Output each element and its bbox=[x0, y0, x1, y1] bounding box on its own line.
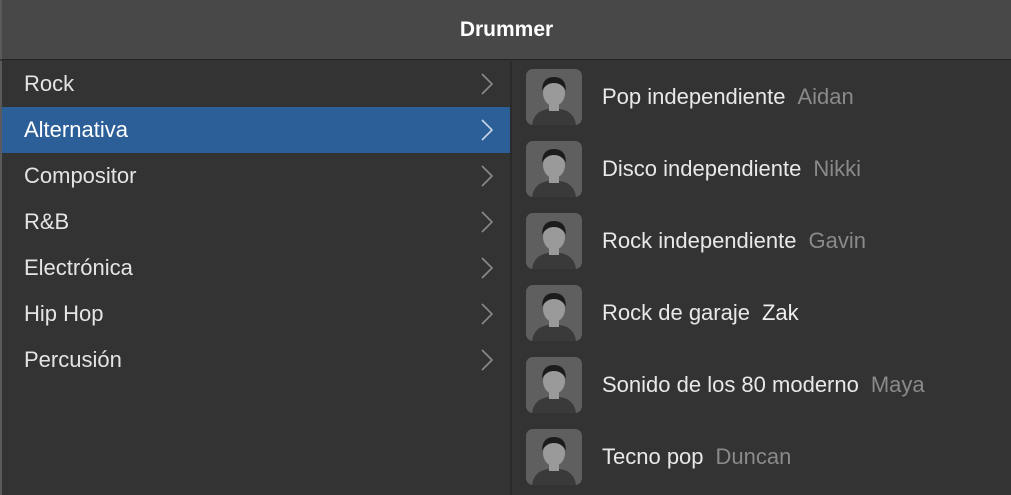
chevron-right-icon bbox=[481, 73, 494, 95]
drummer-item[interactable]: Tecno pop Duncan bbox=[512, 421, 1011, 493]
category-label: Hip Hop bbox=[24, 301, 104, 326]
category-item[interactable]: Hip Hop bbox=[2, 291, 510, 337]
drummer-name: Duncan bbox=[715, 444, 792, 469]
chevron-right-icon bbox=[481, 119, 494, 141]
drummer-avatar-icon bbox=[526, 429, 582, 485]
category-item[interactable]: Rock bbox=[2, 61, 510, 107]
category-item[interactable]: R&B bbox=[2, 199, 510, 245]
header-title: Drummer bbox=[459, 17, 554, 41]
drummer-name: Gavin bbox=[808, 228, 866, 253]
chevron-right-icon bbox=[481, 165, 494, 187]
category-list: Rock Alternativa Compositor R&B Electrónica H… bbox=[0, 61, 510, 495]
drummer-item[interactable]: Sonido de los 80 moderno Maya bbox=[512, 349, 1011, 421]
drummer-item[interactable]: Pop independiente Aidan bbox=[512, 61, 1011, 133]
category-label: Alternativa bbox=[24, 117, 128, 142]
category-label: Electrónica bbox=[24, 255, 133, 280]
drummer-item[interactable]: Rock de garaje Zak bbox=[512, 277, 1011, 349]
drummer-name: Maya bbox=[870, 372, 925, 397]
drummer-avatar-icon bbox=[526, 213, 582, 269]
drummer-name: Nikki bbox=[813, 156, 862, 181]
drummer-style: Disco independiente bbox=[602, 156, 802, 181]
drummer-item[interactable]: Disco independiente Nikki bbox=[512, 133, 1011, 205]
drummer-avatar-icon bbox=[526, 141, 582, 197]
drummer-style: Pop independiente bbox=[602, 84, 786, 109]
category-label: Compositor bbox=[24, 163, 137, 188]
chevron-right-icon bbox=[481, 211, 494, 233]
category-item[interactable]: Compositor bbox=[2, 153, 510, 199]
drummer-style: Rock de garaje bbox=[602, 300, 750, 325]
drummer-name: Aidan bbox=[797, 84, 854, 109]
category-label: R&B bbox=[24, 209, 70, 234]
category-item[interactable]: Alternativa bbox=[2, 107, 510, 153]
category-item[interactable]: Percusión bbox=[2, 337, 510, 383]
drummer-avatar-icon bbox=[526, 357, 582, 413]
drummer-avatar-icon bbox=[526, 69, 582, 125]
drummer-style: Rock independiente bbox=[602, 228, 797, 253]
category-label: Rock bbox=[24, 71, 75, 96]
chevron-right-icon bbox=[481, 349, 494, 371]
chevron-right-icon bbox=[481, 303, 494, 325]
drummer-item[interactable]: Rock independiente Gavin bbox=[512, 205, 1011, 277]
drummer-avatar-icon bbox=[526, 285, 582, 341]
drummer-name: Zak bbox=[761, 300, 799, 325]
chevron-right-icon bbox=[481, 257, 494, 279]
drummer-header: Drummer bbox=[0, 0, 1011, 60]
category-item[interactable]: Electrónica bbox=[2, 245, 510, 291]
category-label: Percusión bbox=[24, 347, 122, 372]
drummer-list: Pop independiente Aidan Disco independient… bbox=[510, 61, 1011, 495]
drummer-style: Tecno pop bbox=[602, 444, 704, 469]
drummer-style: Sonido de los 80 moderno bbox=[602, 372, 859, 397]
